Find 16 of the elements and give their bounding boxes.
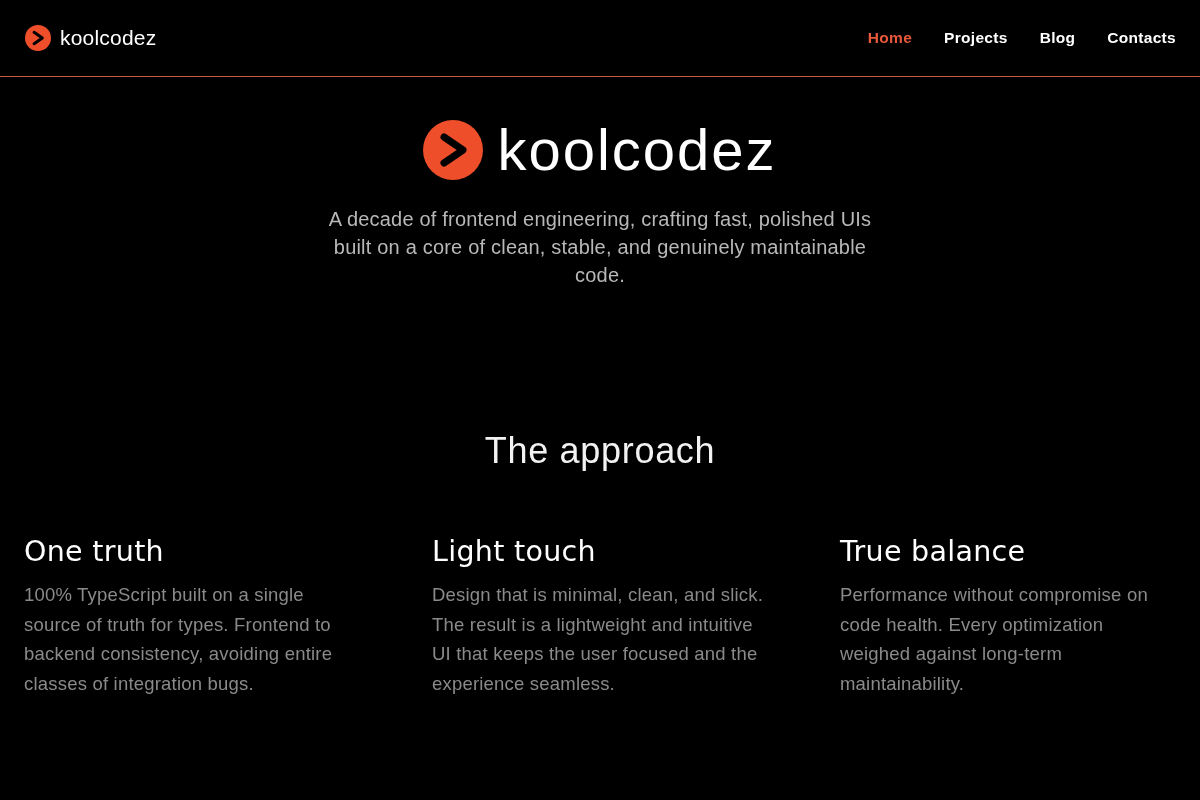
feature-title: True balance — [840, 535, 1027, 569]
feature-description: Design that is minimal, clean, and slick. The result is a lightweight and intuitive UI that keeps the user focused and the experience seamless. — [432, 583, 765, 696]
feature-description: Performance without compromise on code health. Every optimization weighed against long-term maintainability. — [840, 583, 1149, 696]
brand-link[interactable]: koolcodez — [25, 25, 157, 51]
nav-link[interactable]: Contacts — [1107, 29, 1176, 47]
nav-link[interactable]: Home — [867, 29, 913, 47]
chevron-logo-icon — [25, 25, 51, 51]
hero-tagline: A decade of frontend engineering, crafting fast, polished UIs built on a core of clean, stable, and genuinely maintainable code. — [327, 207, 873, 288]
hero-title: koolcodez — [497, 118, 777, 182]
feature-description: 100% TypeScript built on a single source of truth for types. Frontend to backend consistency, avoiding entire classes of integration bugs. — [24, 583, 334, 696]
feature-title: Light touch — [432, 535, 597, 569]
chevron-logo-icon — [423, 120, 484, 180]
feature-title: One truth — [24, 535, 165, 569]
nav-link[interactable]: Blog — [1039, 29, 1076, 47]
section-heading: The approach — [483, 431, 717, 471]
nav-link[interactable]: Projects — [944, 29, 1008, 47]
